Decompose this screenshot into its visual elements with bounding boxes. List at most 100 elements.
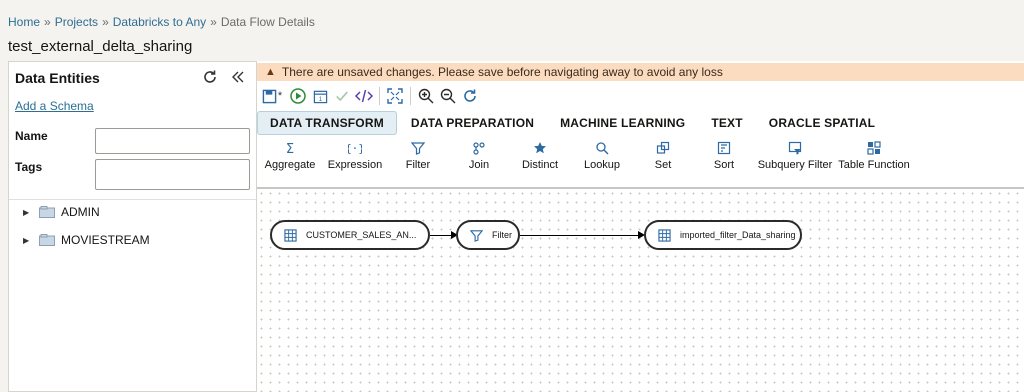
- panel-divider: [9, 199, 256, 200]
- run-button[interactable]: [287, 86, 309, 106]
- name-input[interactable]: [95, 128, 250, 154]
- table-icon: [658, 228, 671, 242]
- search-icon: [596, 142, 609, 155]
- tags-input[interactable]: [95, 159, 250, 190]
- schedule-button[interactable]: 1: [309, 86, 331, 106]
- operator-palette: Σ Aggregate {·} Expression Filter Join D…: [257, 141, 913, 177]
- expand-caret-icon[interactable]: ▶: [23, 208, 33, 217]
- tab-data-transform[interactable]: DATA TRANSFORM: [257, 111, 397, 135]
- code-icon: [355, 89, 373, 103]
- breadcrumb-current: Data Flow Details: [220, 15, 315, 29]
- flow-node-source[interactable]: CUSTOMER_SALES_AN...: [270, 220, 430, 250]
- view-code-button[interactable]: [353, 86, 375, 106]
- tree-item-moviestream[interactable]: ▶ MOVIESTREAM: [23, 233, 150, 247]
- schema-folder-icon: [39, 234, 55, 246]
- add-schema-link[interactable]: Add a Schema: [15, 99, 94, 113]
- svg-text:{·}: {·}: [348, 142, 362, 155]
- save-button[interactable]: *: [257, 86, 287, 106]
- refresh-canvas-button[interactable]: [459, 86, 481, 106]
- zoom-out-icon: [440, 88, 456, 104]
- schema-folder-icon: [39, 206, 55, 218]
- zoom-in-button[interactable]: [415, 86, 437, 106]
- operator-table-function[interactable]: Table Function: [835, 141, 913, 177]
- table-function-icon: [867, 141, 881, 155]
- unsaved-marker: *: [277, 90, 283, 102]
- operator-distinct[interactable]: Distinct: [509, 141, 571, 177]
- operator-aggregate[interactable]: Σ Aggregate: [257, 141, 323, 177]
- data-flow-editor: ▲ There are unsaved changes. Please save…: [257, 61, 1024, 392]
- validate-icon: [336, 91, 348, 102]
- unsaved-changes-banner: ▲ There are unsaved changes. Please save…: [257, 63, 1024, 81]
- operator-label: Filter: [405, 159, 431, 171]
- breadcrumb: Home » Projects » Databricks to Any » Da…: [8, 15, 315, 29]
- data-entities-panel: Data Entities Add a Schema Name Tags ▶ A…: [8, 61, 257, 392]
- page-title: test_external_delta_sharing: [8, 38, 193, 55]
- validate-button[interactable]: [331, 86, 353, 106]
- zoom-out-button[interactable]: [437, 86, 459, 106]
- flow-edge: [520, 235, 640, 236]
- fit-to-screen-button[interactable]: [384, 86, 406, 106]
- operator-label: Subquery Filter: [757, 159, 833, 171]
- operator-lookup[interactable]: Lookup: [571, 141, 633, 177]
- toolbar-divider: [410, 87, 411, 105]
- name-label: Name: [15, 129, 48, 143]
- breadcrumb-separator: »: [210, 15, 217, 29]
- operator-subquery-filter[interactable]: Subquery Filter: [755, 141, 835, 177]
- operator-label: Distinct: [521, 159, 559, 171]
- operator-set[interactable]: Set: [633, 141, 693, 177]
- fit-icon: [387, 88, 403, 104]
- breadcrumb-home-link[interactable]: Home: [8, 15, 40, 29]
- sort-icon: [717, 141, 731, 155]
- operator-label: Set: [654, 159, 672, 171]
- svg-text:Σ: Σ: [286, 142, 294, 155]
- operator-label: Join: [468, 159, 490, 171]
- editor-toolbar: * 1: [257, 85, 481, 107]
- warning-icon: ▲: [265, 66, 276, 78]
- schedule-icon: 1: [313, 90, 327, 103]
- operator-label: Table Function: [838, 159, 910, 171]
- tags-label: Tags: [15, 160, 43, 174]
- operator-label: Expression: [327, 159, 383, 171]
- node-label: CUSTOMER_SALES_AN...: [306, 230, 417, 240]
- tab-oracle-spatial[interactable]: ORACLE SPATIAL: [757, 112, 887, 134]
- operator-tabs: DATA TRANSFORM DATA PREPARATION MACHINE …: [257, 111, 889, 135]
- operator-join[interactable]: Join: [449, 141, 509, 177]
- funnel-icon: [470, 229, 483, 242]
- flow-node-target[interactable]: imported_filter_Data_sharing: [644, 220, 802, 250]
- warning-text: There are unsaved changes. Please save b…: [281, 65, 723, 79]
- breadcrumb-separator: »: [44, 15, 51, 29]
- join-icon: [473, 142, 485, 155]
- operator-label: Aggregate: [264, 159, 316, 171]
- panel-title: Data Entities: [15, 70, 100, 86]
- refresh-icon: [464, 89, 476, 102]
- node-label: Filter: [492, 230, 512, 240]
- flow-canvas[interactable]: CUSTOMER_SALES_AN... Filter imported_fil…: [257, 187, 1024, 392]
- operator-expression[interactable]: {·} Expression: [323, 141, 387, 177]
- refresh-icon[interactable]: [202, 69, 218, 85]
- set-icon: [656, 141, 670, 154]
- subquery-filter-icon: [788, 141, 802, 155]
- node-label: imported_filter_Data_sharing: [680, 230, 796, 240]
- tree-item-label: ADMIN: [61, 205, 100, 219]
- breadcrumb-project-link[interactable]: Databricks to Any: [113, 15, 206, 29]
- tab-data-preparation[interactable]: DATA PREPARATION: [399, 112, 546, 134]
- expand-caret-icon[interactable]: ▶: [23, 236, 33, 245]
- tree-item-label: MOVIESTREAM: [61, 233, 150, 247]
- tab-machine-learning[interactable]: MACHINE LEARNING: [548, 112, 697, 134]
- funnel-icon: [411, 142, 425, 155]
- tab-text[interactable]: TEXT: [699, 112, 754, 134]
- sigma-icon: Σ: [286, 142, 294, 155]
- toolbar-divider: [379, 87, 380, 105]
- breadcrumb-separator: »: [102, 15, 109, 29]
- table-icon: [284, 228, 297, 242]
- braces-icon: {·}: [348, 142, 362, 155]
- operator-sort[interactable]: Sort: [693, 141, 755, 177]
- run-icon: [290, 88, 306, 104]
- collapse-panel-icon[interactable]: [230, 69, 246, 85]
- flow-node-filter[interactable]: Filter: [456, 220, 520, 250]
- operator-filter[interactable]: Filter: [387, 141, 449, 177]
- tree-item-admin[interactable]: ▶ ADMIN: [23, 205, 100, 219]
- flow-edge: [430, 235, 453, 236]
- operator-label: Sort: [713, 159, 735, 171]
- breadcrumb-projects-link[interactable]: Projects: [55, 15, 98, 29]
